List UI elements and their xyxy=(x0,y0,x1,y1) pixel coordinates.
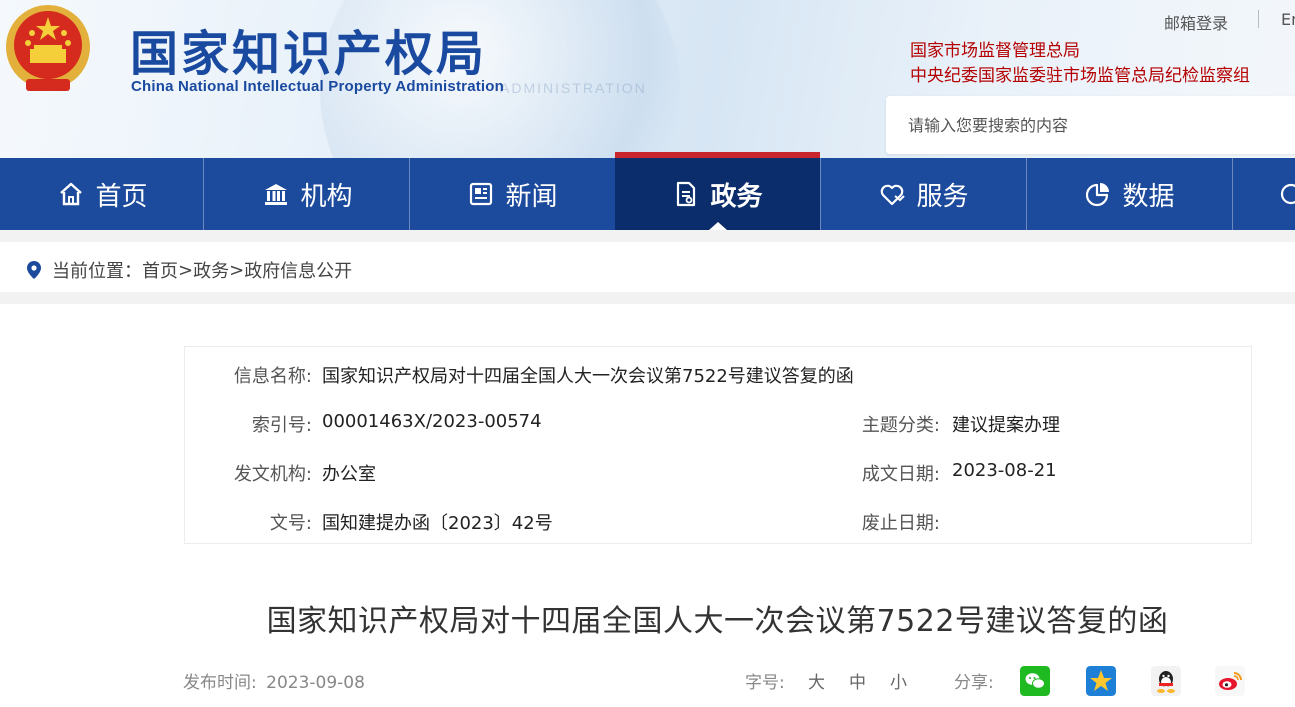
publish-time: 发布时间: 2023-09-08 xyxy=(183,668,365,693)
nav-label: 机构 xyxy=(300,181,353,212)
national-emblem-icon[interactable] xyxy=(4,3,92,99)
more-icon xyxy=(1277,180,1295,208)
info-row-index: 索引号: 00001463X/2023-00574 xyxy=(184,411,542,437)
nav-label: 首页 xyxy=(95,181,148,212)
nav-item-government-affairs[interactable]: 政务 xyxy=(615,152,820,230)
nav-label: 数据 xyxy=(1122,181,1175,212)
info-name-value: 国家知识产权局对十四届全国人大一次会议第7522号建议答复的函 xyxy=(322,366,854,387)
info-row-name: 信息名称: 国家知识产权局对十四届全国人大一次会议第7522号建议答复的函 xyxy=(184,362,854,388)
info-date-value: 2023-08-21 xyxy=(952,460,1057,481)
mail-login-link[interactable]: 邮箱登录 xyxy=(1164,10,1228,34)
top-separator xyxy=(1258,10,1259,28)
home-icon xyxy=(57,180,85,208)
main-nav: 首页 机构 新闻 政务 服务 数据 xyxy=(0,152,1295,230)
nav-item-organization[interactable]: 机构 xyxy=(205,158,410,230)
nav-label: 服务 xyxy=(916,181,969,212)
site-logo-title[interactable]: 国家知识产权局 xyxy=(130,14,487,84)
site-logo-subtitle[interactable]: China National Intellectual Property Adm… xyxy=(131,78,504,95)
breadcrumb-sep: > xyxy=(229,259,245,281)
weibo-icon[interactable] xyxy=(1215,666,1245,696)
info-row-date: 成文日期: 2023-08-21 xyxy=(800,460,1057,486)
nav-item-data[interactable]: 数据 xyxy=(1027,158,1232,230)
info-row-issuer: 发文机构: 办公室 xyxy=(184,460,376,486)
location-pin-icon xyxy=(27,261,41,279)
discipline-inspection-link[interactable]: 中央纪委国家监委驻市场监管总局纪检监察组 xyxy=(910,61,1250,86)
info-index-value: 00001463X/2023-00574 xyxy=(322,411,542,432)
heart-hand-icon xyxy=(878,180,906,208)
breadcrumb-home[interactable]: 首页 xyxy=(142,257,178,283)
font-size-small[interactable]: 小 xyxy=(890,668,907,693)
breadcrumb-sep: > xyxy=(178,259,194,281)
info-name-label: 信息名称: xyxy=(233,366,312,387)
breadcrumb-government-affairs[interactable]: 政务 xyxy=(193,257,229,283)
qzone-icon[interactable] xyxy=(1086,666,1116,696)
site-header: ADMINISTRATION 国家知识产权局 China National In… xyxy=(0,0,1295,158)
info-topic-label: 主题分类: xyxy=(861,415,940,436)
share-label: 分享: xyxy=(954,673,994,693)
article-title: 国家知识产权局对十四届全国人大一次会议第7522号建议答复的函 xyxy=(266,604,1169,639)
samr-link[interactable]: 国家市场监督管理总局 xyxy=(910,36,1080,61)
news-icon xyxy=(467,180,495,208)
document-icon xyxy=(672,180,700,208)
info-date-label: 成文日期: xyxy=(861,464,940,485)
info-abolish-label: 废止日期: xyxy=(861,513,940,534)
info-issuer-label: 发文机构: xyxy=(233,464,312,485)
nav-label: 政务 xyxy=(710,181,763,212)
info-docno-label: 文号: xyxy=(269,513,312,534)
font-size-medium[interactable]: 中 xyxy=(849,668,866,693)
info-docno-value: 国知建提办函〔2023〕42号 xyxy=(322,513,553,534)
english-link[interactable]: En xyxy=(1281,10,1295,29)
nav-item-home[interactable]: 首页 xyxy=(0,158,205,230)
breadcrumb-info-disclosure[interactable]: 政府信息公开 xyxy=(244,257,352,283)
header-watermark: ADMINISTRATION xyxy=(500,80,647,96)
info-issuer-value: 办公室 xyxy=(322,464,376,485)
nav-item-more[interactable] xyxy=(1233,158,1295,230)
nav-item-news[interactable]: 新闻 xyxy=(410,158,615,230)
search-input[interactable] xyxy=(908,113,1288,137)
breadcrumb-prefix: 当前位置： xyxy=(52,261,142,282)
info-row-topic: 主题分类: 建议提案办理 xyxy=(800,411,1060,437)
wechat-icon[interactable] xyxy=(1020,666,1050,696)
building-icon xyxy=(262,180,290,208)
pie-chart-icon xyxy=(1084,180,1112,208)
publish-label: 发布时间: xyxy=(183,673,257,693)
breadcrumb: 当前位置： 首页 > 政务 > 政府信息公开 xyxy=(26,257,352,283)
font-size-large[interactable]: 大 xyxy=(808,668,825,693)
publish-date: 2023-09-08 xyxy=(266,673,365,693)
nav-label: 新闻 xyxy=(505,181,558,212)
search-box xyxy=(886,96,1295,154)
info-row-docno: 文号: 国知建提办函〔2023〕42号 xyxy=(184,509,553,535)
info-row-abolish: 废止日期: xyxy=(800,509,952,535)
info-topic-value: 建议提案办理 xyxy=(952,415,1060,436)
font-size-label: 字号: xyxy=(745,673,785,693)
qq-icon[interactable] xyxy=(1151,666,1181,696)
info-index-label: 索引号: xyxy=(251,415,312,436)
nav-item-services[interactable]: 服务 xyxy=(821,158,1026,230)
